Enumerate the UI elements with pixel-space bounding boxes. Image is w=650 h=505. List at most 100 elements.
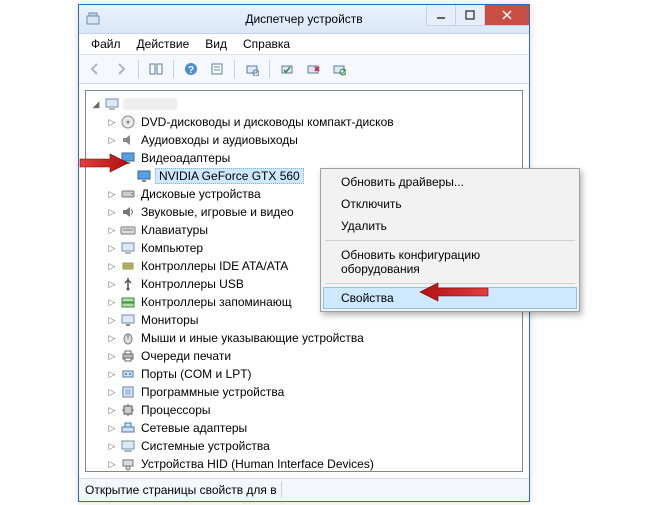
toolbar-separator	[173, 60, 174, 78]
menu-file[interactable]: Файл	[83, 37, 129, 51]
storage-icon	[120, 294, 136, 310]
root-label	[123, 98, 177, 110]
properties-button[interactable]	[205, 57, 229, 81]
menu-view[interactable]: Вид	[197, 37, 235, 51]
node-label: Мониторы	[139, 313, 200, 327]
usb-icon	[120, 276, 136, 292]
ctx-disable[interactable]: Отключить	[323, 193, 577, 215]
expander-icon[interactable]: ▷	[106, 298, 118, 307]
minimize-button[interactable]	[426, 5, 455, 26]
node-label: Звуковые, игровые и видео	[139, 205, 296, 219]
disc-icon	[120, 114, 136, 130]
display-icon	[120, 150, 136, 166]
expander-icon[interactable]: ▷	[106, 244, 118, 253]
statusbar: Открытие страницы свойств для в	[79, 478, 529, 501]
controller-icon	[120, 258, 136, 274]
help-button[interactable]: ?	[179, 57, 203, 81]
menubar: Файл Действие Вид Справка	[79, 34, 529, 55]
update-driver-button[interactable]	[327, 57, 351, 81]
tree-node-ports[interactable]: ▷ Порты (COM и LPT)	[88, 365, 520, 383]
ctx-delete[interactable]: Удалить	[323, 215, 577, 237]
expander-icon[interactable]: ▷	[106, 388, 118, 397]
uninstall-button[interactable]	[301, 57, 325, 81]
expander-icon[interactable]: ▷	[106, 316, 118, 325]
monitor-icon	[120, 312, 136, 328]
node-label: Клавиатуры	[139, 223, 210, 237]
node-label: Процессоры	[139, 403, 213, 417]
computer-icon	[104, 96, 120, 112]
toolbar: ?	[79, 55, 529, 84]
pc-icon	[120, 240, 136, 256]
audio-icon	[120, 132, 136, 148]
node-label: DVD-дисководы и дисководы компакт-дисков	[139, 115, 396, 129]
svg-text:?: ?	[188, 65, 194, 76]
speaker-icon	[120, 204, 136, 220]
expander-icon[interactable]: ▷	[106, 280, 118, 289]
window-controls	[426, 5, 529, 25]
back-button[interactable]	[83, 57, 107, 81]
tree-node-cpu[interactable]: ▷ Процессоры	[88, 401, 520, 419]
node-label: Контроллеры USB	[139, 277, 246, 291]
show-hide-tree-button[interactable]	[144, 57, 168, 81]
node-label: Программные устройства	[139, 385, 286, 399]
toolbar-separator	[269, 60, 270, 78]
expander-icon[interactable]: ▷	[106, 406, 118, 415]
expander-icon[interactable]: ▷	[106, 118, 118, 127]
tree-node-mouse[interactable]: ▷ Мыши и иные указывающие устройства	[88, 329, 520, 347]
tree-root[interactable]: ◢	[88, 95, 520, 113]
node-label: Очереди печати	[139, 349, 233, 363]
expander-icon[interactable]: ▷	[106, 460, 118, 469]
tree-node-software[interactable]: ▷ Программные устройства	[88, 383, 520, 401]
expander-icon[interactable]: ▷	[106, 226, 118, 235]
expander-icon[interactable]: ▷	[106, 208, 118, 217]
expander-icon[interactable]: ◢	[106, 154, 118, 163]
tree-node-printq[interactable]: ▷ Очереди печати	[88, 347, 520, 365]
expander-icon[interactable]: ▷	[106, 442, 118, 451]
tree-node-dvd[interactable]: ▷ DVD-дисководы и дисководы компакт-диск…	[88, 113, 520, 131]
network-icon	[120, 420, 136, 436]
system-icon	[120, 438, 136, 454]
hid-icon	[120, 456, 136, 472]
port-icon	[120, 366, 136, 382]
expander-icon[interactable]: ▷	[106, 190, 118, 199]
node-label: Порты (COM и LPT)	[139, 367, 254, 381]
window-title: Диспетчер устройств	[245, 12, 362, 26]
forward-button[interactable]	[109, 57, 133, 81]
printer-icon	[120, 348, 136, 364]
context-menu: Обновить драйверы... Отключить Удалить О…	[320, 168, 580, 312]
expander-icon[interactable]: ▷	[106, 136, 118, 145]
tree-node-system[interactable]: ▷ Системные устройства	[88, 437, 520, 455]
menu-help[interactable]: Справка	[235, 37, 298, 51]
expander-icon[interactable]: ▷	[106, 370, 118, 379]
maximize-button[interactable]	[455, 5, 484, 26]
tree-node-video[interactable]: ◢ Видеоадаптеры	[88, 149, 520, 167]
node-label: Аудиовходы и аудиовыходы	[139, 133, 300, 147]
ctx-rescan[interactable]: Обновить конфигурацию оборудования	[323, 244, 577, 280]
close-button[interactable]	[484, 5, 529, 26]
tree-node-hid[interactable]: ▷ Устройства HID (Human Interface Device…	[88, 455, 520, 472]
menu-action[interactable]: Действие	[129, 37, 198, 51]
expander-icon[interactable]: ▷	[106, 334, 118, 343]
titlebar: Диспетчер устройств	[79, 5, 529, 34]
expander-icon[interactable]: ▷	[106, 352, 118, 361]
ctx-separator	[325, 240, 575, 241]
ctx-separator	[325, 283, 575, 284]
enable-button[interactable]	[275, 57, 299, 81]
toolbar-separator	[138, 60, 139, 78]
tree-node-net[interactable]: ▷ Сетевые адаптеры	[88, 419, 520, 437]
node-label: Сетевые адаптеры	[139, 421, 249, 435]
expander-icon[interactable]: ▷	[106, 424, 118, 433]
tree-node-audio[interactable]: ▷ Аудиовходы и аудиовыходы	[88, 131, 520, 149]
expander-icon[interactable]: ▷	[106, 262, 118, 271]
node-label: Устройства HID (Human Interface Devices)	[139, 457, 376, 471]
node-label: Мыши и иные указывающие устройства	[139, 331, 366, 345]
software-icon	[120, 384, 136, 400]
expander-icon[interactable]: ◢	[90, 100, 102, 109]
toolbar-separator	[234, 60, 235, 78]
ctx-update-drivers[interactable]: Обновить драйверы...	[323, 171, 577, 193]
app-icon	[85, 11, 101, 27]
hdd-icon	[120, 186, 136, 202]
tree-node-monitor[interactable]: ▷ Мониторы	[88, 311, 520, 329]
ctx-properties[interactable]: Свойства	[323, 287, 577, 309]
scan-hardware-button[interactable]	[240, 57, 264, 81]
